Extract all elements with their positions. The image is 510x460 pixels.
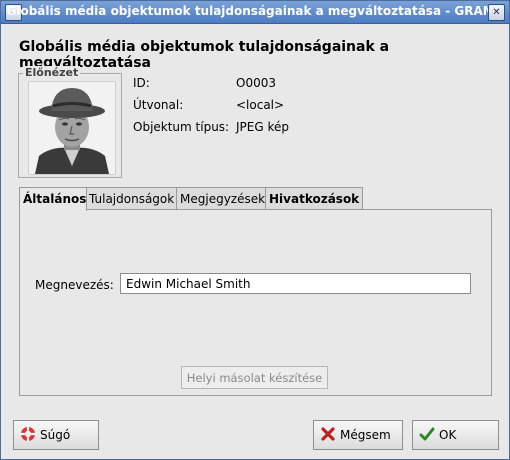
name-label: Megnevezés: (35, 278, 114, 292)
local-copy-label: Helyi másolat készítése (186, 371, 323, 385)
type-label: Objektum típus: (133, 120, 230, 134)
local-copy-button[interactable]: Helyi másolat készítése (181, 366, 328, 389)
path-value: <local> (236, 98, 285, 112)
help-button[interactable]: Súgó (13, 420, 99, 450)
tab-references-label: Hivatkozások (269, 192, 360, 206)
tab-general[interactable]: Általános (19, 187, 87, 211)
path-label: Útvonal: (133, 98, 184, 112)
help-button-label: Súgó (40, 428, 71, 442)
help-lifebuoy-icon (20, 424, 36, 441)
tab-references[interactable]: Hivatkozások (265, 187, 364, 210)
id-value: O0003 (236, 76, 276, 90)
tab-general-label: Általános (23, 192, 87, 206)
type-value: JPEG kép (236, 120, 289, 134)
name-label-text: Megnevezés: (35, 278, 114, 292)
tab-properties[interactable]: Tulajdonságok (85, 187, 179, 210)
ok-button-label: OK (439, 428, 457, 442)
tab-notes-label: Megjegyzések (180, 192, 266, 206)
id-label: ID: (133, 76, 150, 90)
cancel-button-label: Mégsem (340, 428, 391, 442)
page-title: Globális média objektumok tulajdonságain… (19, 39, 390, 71)
portrait-image (29, 82, 115, 174)
media-thumbnail (28, 81, 116, 175)
ok-checkmark-icon (419, 424, 435, 441)
name-input[interactable] (120, 273, 471, 294)
cancel-x-icon (320, 424, 336, 441)
window-title: Globális média objektumok tulajdonságain… (6, 4, 504, 18)
cancel-button[interactable]: Mégsem (313, 420, 403, 450)
close-icon[interactable]: ✕ (488, 4, 505, 21)
preview-label: Előnézet (23, 66, 81, 79)
dialog-window: ⌄ Globális média objektumok tulajdonsága… (0, 0, 510, 460)
tab-notes[interactable]: Megjegyzések (176, 187, 270, 210)
ok-button[interactable]: OK (412, 420, 499, 450)
title-bar[interactable]: ⌄ Globális média objektumok tulajdonsága… (1, 1, 509, 24)
tab-properties-label: Tulajdonságok (89, 192, 175, 206)
